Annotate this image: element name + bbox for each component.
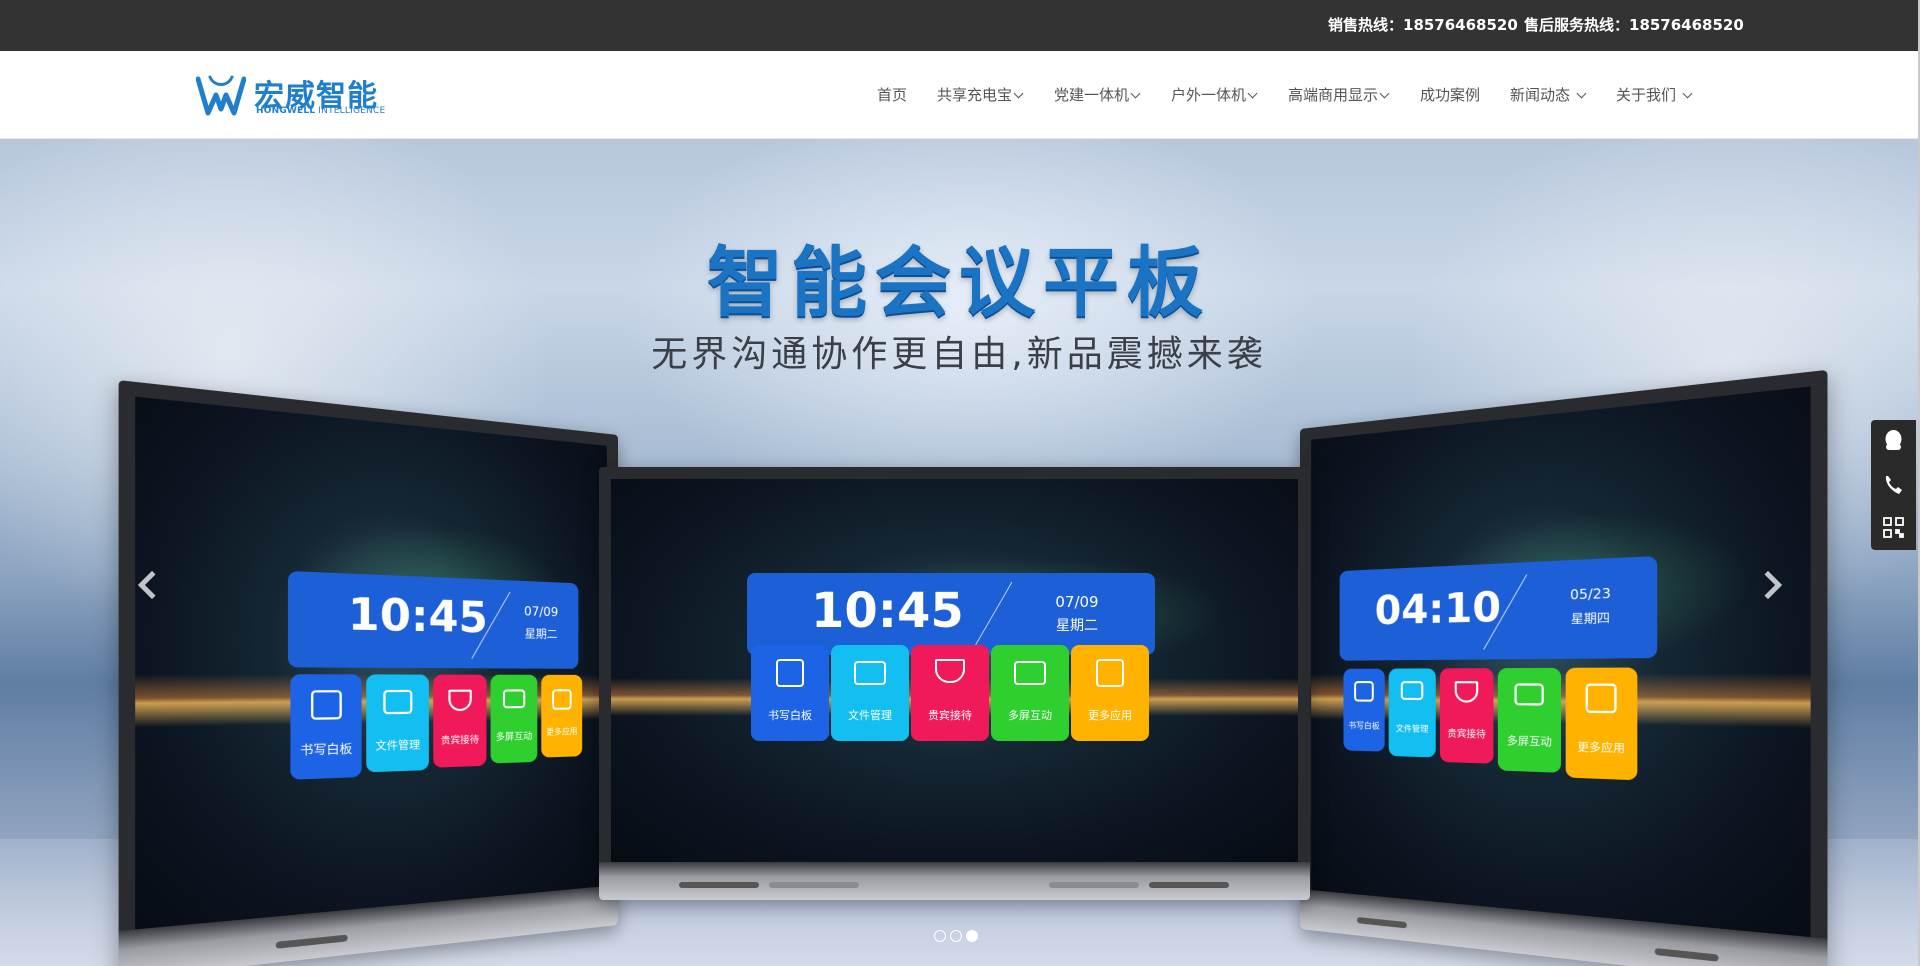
qq-icon[interactable]: [1871, 420, 1916, 463]
nav-news[interactable]: 新闻动态: [1510, 51, 1587, 139]
nav-outdoor-kiosk[interactable]: 户外一体机: [1171, 51, 1258, 139]
tile-files: 文件管理: [831, 645, 909, 741]
diamond-icon: [1454, 681, 1479, 703]
pencil-icon: [311, 690, 342, 720]
tile-whiteboard: 书写白板: [1343, 668, 1385, 752]
tile-multiscreen: 多屏互动: [991, 645, 1069, 741]
clock-weekday: 星期四: [1570, 610, 1610, 627]
top-bar: 销售热线：18576468520 售后服务热线：18576468520: [0, 0, 1920, 51]
nav-shared-powerbank[interactable]: 共享充电宝: [937, 51, 1024, 139]
tile-files: 文件管理: [1388, 668, 1436, 758]
carousel-dot-2[interactable]: [950, 930, 962, 942]
folder-icon: [1400, 681, 1424, 701]
clock-time: 10:45: [811, 583, 964, 639]
carousel-dot-1[interactable]: [934, 930, 946, 942]
phone-icon[interactable]: [1871, 463, 1916, 506]
folder-icon: [854, 661, 886, 685]
clock-panel: 10:45 07/09 星期二: [747, 573, 1155, 655]
clock-time: 04:10: [1374, 583, 1502, 634]
clock-time: 10:45: [347, 589, 488, 643]
qrcode-icon[interactable]: [1871, 506, 1916, 549]
site-header: 宏威智能 HONGWELL INTELLIGENCE 首页 共享充电宝 党建一体…: [0, 51, 1918, 139]
clock-panel: 04:10 05/23 星期四: [1339, 556, 1658, 661]
monitor-left: 10:45 07/09 星期二 书写白板 文件管理 贵宾接待 多屏互动 更多应用: [118, 380, 618, 966]
logo-mark-icon: [196, 75, 246, 116]
chevron-down-icon: [1379, 88, 1390, 99]
nav-commercial-display[interactable]: 高端商用显示: [1288, 51, 1390, 139]
sales-hotline: 销售热线：18576468520: [1328, 16, 1518, 34]
monitor-screen: 04:10 05/23 星期四 书写白板 文件管理 贵宾接待 多屏互动 更多应用: [1311, 386, 1811, 938]
tile-vip: 贵宾接待: [1439, 668, 1494, 764]
chevron-down-icon: [1013, 88, 1024, 99]
logo[interactable]: 宏威智能 HONGWELL INTELLIGENCE: [196, 73, 396, 119]
tile-whiteboard: 书写白板: [290, 674, 362, 780]
nav-cases[interactable]: 成功案例: [1420, 51, 1480, 139]
service-hotline: 售后服务热线：18576468520: [1524, 16, 1744, 34]
chevron-down-icon: [1247, 88, 1258, 99]
monitor-screen: 10:45 07/09 星期二 书写白板 文件管理 贵宾接待 多屏互动 更多应用: [135, 396, 607, 930]
tile-more: 更多应用: [1565, 667, 1638, 781]
monitor-right: 04:10 05/23 星期四 书写白板 文件管理 贵宾接待 多屏互动 更多应用: [1300, 369, 1828, 966]
tile-vip: 贵宾接待: [911, 645, 989, 741]
hero-banner[interactable]: 智能会议平板 无界沟通协作更自由,新品震撼来袭 10:45 07/09 星期二 …: [0, 139, 1918, 966]
banner-title: 智能会议平板: [707, 238, 1211, 327]
chevron-down-icon: [1576, 88, 1587, 99]
monitor-screen: 10:45 07/09 星期二 书写白板 文件管理 贵宾接待 多屏互动 更多应用: [611, 479, 1298, 862]
diamond-icon: [935, 659, 965, 683]
nav-home[interactable]: 首页: [877, 51, 907, 139]
grid-icon: [1096, 659, 1124, 687]
tile-multiscreen: 多屏互动: [490, 674, 538, 764]
tile-files: 文件管理: [366, 674, 429, 773]
clock-date: 07/09: [523, 603, 559, 620]
carousel-dot-3[interactable]: [966, 930, 978, 942]
grid-icon: [552, 689, 572, 710]
clock-panel: 10:45 07/09 星期二: [287, 570, 579, 669]
nav-about[interactable]: 关于我们: [1616, 51, 1693, 139]
diamond-icon: [448, 689, 472, 712]
nav-party-kiosk[interactable]: 党建一体机: [1054, 51, 1141, 139]
folder-icon: [383, 689, 413, 715]
pencil-icon: [1354, 681, 1374, 702]
chevron-down-icon: [1682, 88, 1693, 99]
clock-date: 05/23: [1569, 585, 1611, 603]
screen-icon: [1514, 683, 1544, 706]
clock-weekday: 星期二: [1056, 618, 1098, 634]
screen-icon: [1014, 661, 1046, 685]
pencil-icon: [776, 659, 804, 687]
clock-date: 07/09: [1055, 593, 1099, 611]
screen-icon: [502, 689, 526, 709]
chevron-down-icon: [1130, 88, 1141, 99]
tile-whiteboard: 书写白板: [751, 645, 829, 741]
banner-subtitle: 无界沟通协作更自由,新品震撼来袭: [651, 334, 1267, 375]
tile-multiscreen: 多屏互动: [1497, 667, 1562, 773]
monitor-center: 10:45 07/09 星期二 书写白板 文件管理 贵宾接待 多屏互动 更多应用: [599, 467, 1310, 900]
logo-subtext: HONGWELL INTELLIGENCE: [256, 106, 386, 116]
grid-icon: [1585, 683, 1617, 714]
clock-weekday: 星期二: [524, 626, 558, 641]
tile-vip: 贵宾接待: [433, 674, 487, 768]
tile-more: 更多应用: [541, 674, 583, 758]
tile-more: 更多应用: [1071, 645, 1149, 741]
contact-float-bar: [1871, 420, 1916, 550]
